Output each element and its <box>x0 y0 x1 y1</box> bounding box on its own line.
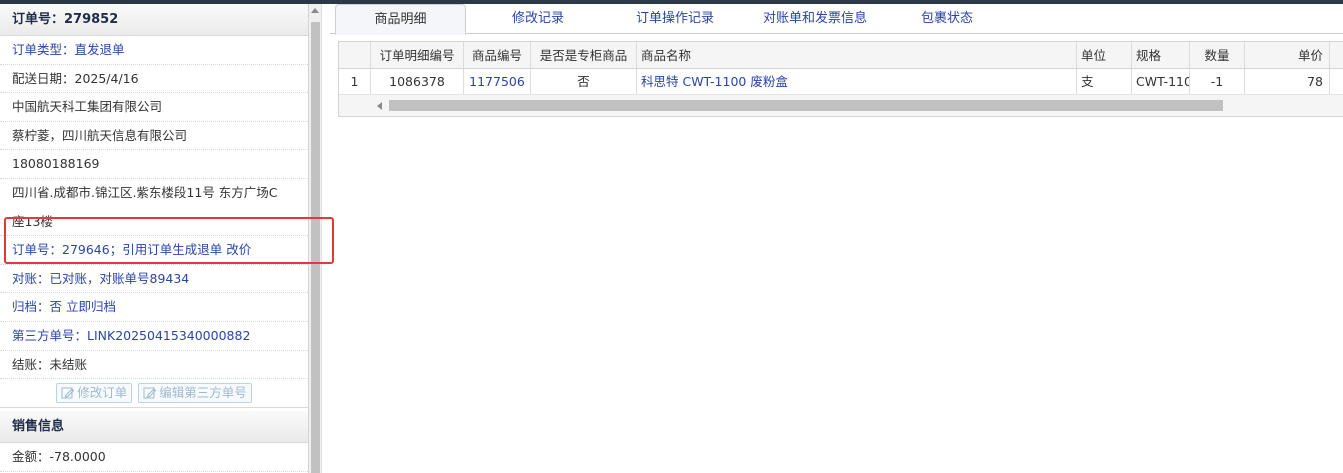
address-line-1: 四川省.成都市.锦江区.紫东楼段11号 东方广场C <box>12 184 278 200</box>
product-grid: 订单明细编号 商品编号 是否是专柜商品 商品名称 单位 规格 数量 单价 1 1… <box>338 41 1343 117</box>
action-buttons: 修改订单 编辑第三方单号 <box>0 379 308 409</box>
counter-product-cell: 否 <box>531 69 637 94</box>
edit-order-label: 修改订单 <box>77 385 128 401</box>
order-type: 订单类型：直发退单 <box>0 36 308 65</box>
col-detail-no[interactable]: 订单明细编号 <box>371 42 464 68</box>
col-product-no[interactable]: 商品编号 <box>464 42 531 68</box>
col-unit-price[interactable]: 单价 <box>1245 42 1330 68</box>
sales-info-header: 销售信息 <box>0 411 308 444</box>
scroll-left-icon[interactable] <box>377 102 382 110</box>
col-quantity[interactable]: 数量 <box>1190 42 1245 68</box>
unit-cell: 支 <box>1077 69 1132 94</box>
delivery-date: 配送日期：2025/4/16 <box>0 65 308 94</box>
col-unit[interactable]: 单位 <box>1077 42 1132 68</box>
grid-horizontal-scrollbar[interactable] <box>339 95 1343 116</box>
archive-status[interactable]: 归档：否 立即归档 <box>0 293 308 322</box>
quantity-cell: -1 <box>1190 69 1245 94</box>
scroll-up-icon[interactable] <box>311 8 319 13</box>
grid-header: 订单明细编号 商品编号 是否是专柜商品 商品名称 单位 规格 数量 单价 <box>339 42 1343 69</box>
reference-order[interactable]: 订单号：279646；引用订单生成退单 改价 <box>0 236 308 265</box>
col-counter-product[interactable]: 是否是专柜商品 <box>531 42 637 68</box>
col-index <box>339 42 371 68</box>
left-panel-scrollbar[interactable] <box>309 4 322 473</box>
scrollbar-thumb[interactable] <box>311 22 320 473</box>
third-party-order-no: 第三方单号：LINK20250415340000882 <box>0 322 308 351</box>
product-name-link[interactable]: 科思特 CWT-1100 废粉盒 <box>637 69 1077 94</box>
edit-third-party-button[interactable]: 编辑第三方单号 <box>138 383 252 404</box>
edit-third-party-label: 编辑第三方单号 <box>159 385 247 401</box>
tab-bar: 商品明细 修改记录 订单操作记录 对账单和发票信息 包裹状态 <box>330 4 1343 35</box>
tab-modify-records[interactable]: 修改记录 <box>490 4 586 34</box>
edit-icon <box>61 386 75 400</box>
detail-no-cell: 1086378 <box>371 69 464 94</box>
amount: 金额：-78.0000 <box>0 443 308 472</box>
detail-area: 商品明细 修改记录 订单操作记录 对账单和发票信息 包裹状态 订单明细编号 商品… <box>330 4 1343 473</box>
scrollbar-thumb[interactable] <box>389 100 1223 111</box>
table-row[interactable]: 1 1086378 1177506 否 科思特 CWT-1100 废粉盒 支 C… <box>339 69 1343 95</box>
tab-order-operations[interactable]: 订单操作记录 <box>615 4 735 34</box>
order-number-header: 订单号：279852 <box>0 4 308 36</box>
spec-cell: CWT-1100 <box>1132 69 1190 94</box>
unit-price-cell: 78 <box>1245 69 1330 94</box>
col-spec[interactable]: 规格 <box>1132 42 1190 68</box>
tab-product-details[interactable]: 商品明细 <box>335 4 466 35</box>
settlement-status: 结账：未结账 <box>0 351 308 380</box>
product-no-link[interactable]: 1177506 <box>464 69 531 94</box>
order-info-panel: 订单号：279852 订单类型：直发退单 配送日期：2025/4/16 中国航天… <box>0 4 309 473</box>
row-index: 1 <box>339 69 371 94</box>
edit-order-button[interactable]: 修改订单 <box>56 383 133 404</box>
tab-reconciliation-invoice[interactable]: 对账单和发票信息 <box>745 4 885 34</box>
tab-package-status[interactable]: 包裹状态 <box>902 4 992 34</box>
contact-name: 蔡柠菱，四川航天信息有限公司 <box>0 122 308 151</box>
edit-icon <box>143 386 157 400</box>
phone-number: 18080188169 <box>0 150 308 179</box>
col-product-name[interactable]: 商品名称 <box>637 42 1077 68</box>
address-line-2: 座13楼 <box>0 208 308 237</box>
reconciliation-status[interactable]: 对账：已对账，对账单号89434 <box>0 265 308 294</box>
company-name: 中国航天科工集团有限公司 <box>0 93 308 122</box>
